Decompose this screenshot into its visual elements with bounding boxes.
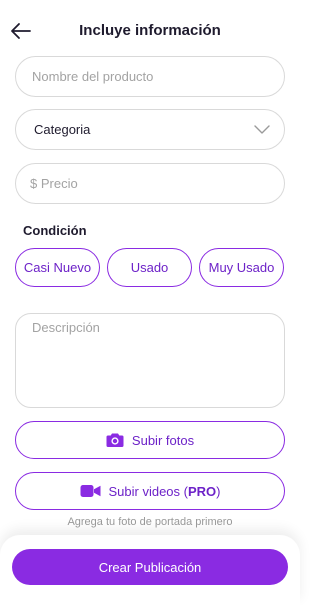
condition-option-usado[interactable]: Usado: [107, 248, 192, 287]
description-input[interactable]: [16, 314, 284, 404]
product-name-input[interactable]: [16, 57, 284, 95]
category-value: Categoria: [34, 122, 91, 137]
create-publication-button[interactable]: Crear Publicación: [12, 549, 288, 585]
video-camera-icon: [80, 485, 100, 497]
camera-icon: [106, 433, 124, 447]
cover-photo-hint: Agrega tu foto de portada primero: [67, 516, 233, 528]
price-input[interactable]: [16, 164, 284, 202]
description-field[interactable]: [15, 313, 285, 408]
chevron-down-icon: [254, 125, 270, 134]
condition-label: Condición: [23, 223, 87, 238]
condition-option-casi-nuevo[interactable]: Casi Nuevo: [15, 248, 100, 287]
product-name-field[interactable]: [15, 56, 285, 97]
header: Incluye información: [0, 0, 300, 60]
price-field[interactable]: [15, 163, 285, 204]
condition-option-muy-usado[interactable]: Muy Usado: [199, 248, 284, 287]
page-title: Incluye información: [79, 22, 221, 39]
upload-videos-button[interactable]: Subir videos (PRO): [15, 472, 285, 510]
category-select[interactable]: Categoria: [15, 109, 285, 150]
upload-videos-label: Subir videos (PRO): [108, 483, 221, 499]
upload-photos-button[interactable]: Subir fotos: [15, 421, 285, 459]
pro-badge: PRO: [187, 483, 217, 499]
upload-photos-label: Subir fotos: [131, 432, 195, 448]
